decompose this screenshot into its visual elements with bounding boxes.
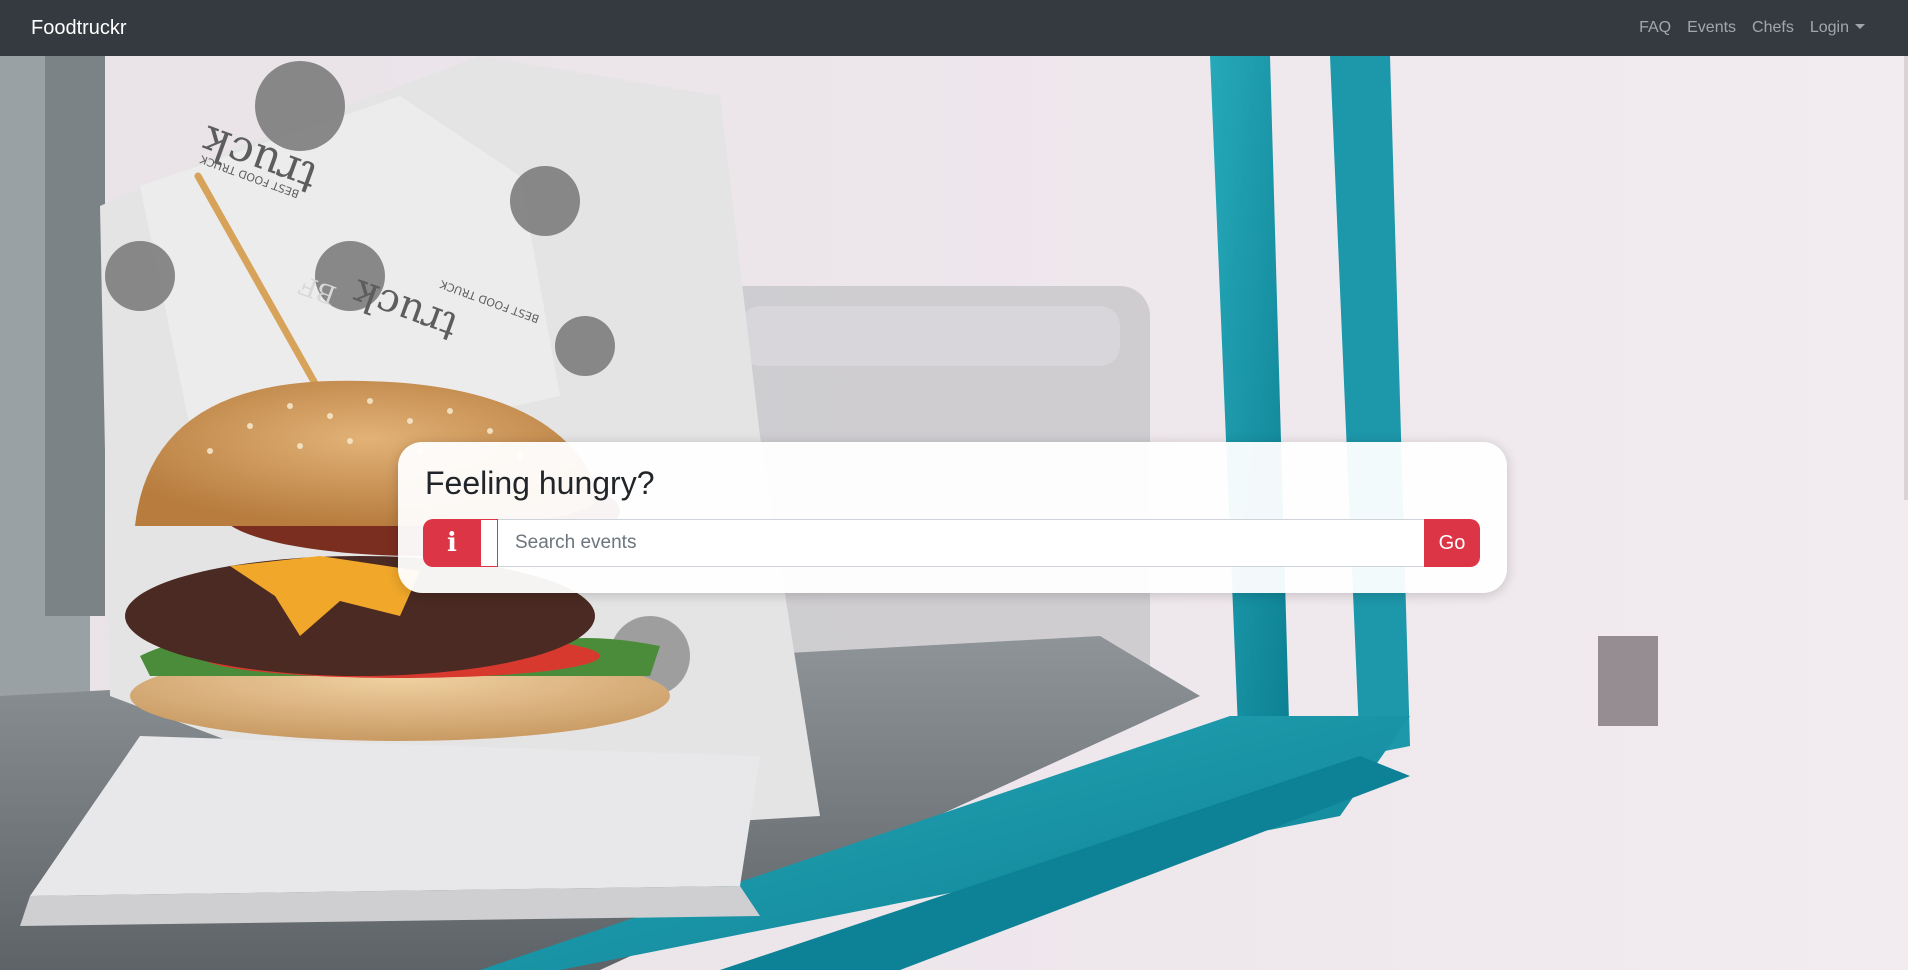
- page-scrollbar[interactable]: [1904, 56, 1908, 500]
- caret-down-icon: [1855, 24, 1865, 29]
- search-events-input[interactable]: [498, 519, 1424, 567]
- search-input-group: i Go: [423, 519, 1480, 567]
- nav-links: FAQ Events Chefs Login: [1639, 19, 1877, 37]
- nav-link-faq[interactable]: FAQ: [1639, 19, 1671, 37]
- login-label: Login: [1809, 19, 1849, 36]
- nav-link-chefs[interactable]: Chefs: [1752, 19, 1794, 37]
- top-navbar: Foodtruckr FAQ Events Chefs Login: [0, 0, 1908, 56]
- nav-link-events[interactable]: Events: [1687, 19, 1736, 37]
- search-card: Feeling hungry? i Go: [398, 442, 1507, 593]
- info-button[interactable]: i: [423, 519, 481, 567]
- go-button[interactable]: Go: [1424, 519, 1480, 567]
- login-dropdown-toggle[interactable]: Login: [1810, 19, 1865, 37]
- input-prefix-spacer: [481, 519, 498, 567]
- brand-logo-link[interactable]: Foodtruckr: [31, 17, 127, 40]
- info-icon: i: [447, 528, 457, 558]
- search-heading: Feeling hungry?: [425, 465, 655, 501]
